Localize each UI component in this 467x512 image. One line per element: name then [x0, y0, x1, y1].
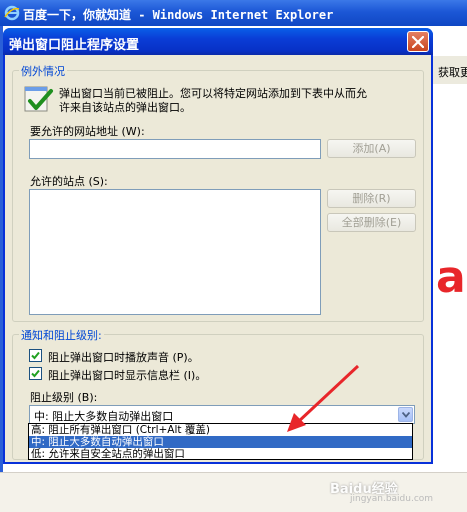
watermark-url: jingyan.baidu.com [350, 494, 434, 504]
annotation-arrow [287, 364, 360, 432]
